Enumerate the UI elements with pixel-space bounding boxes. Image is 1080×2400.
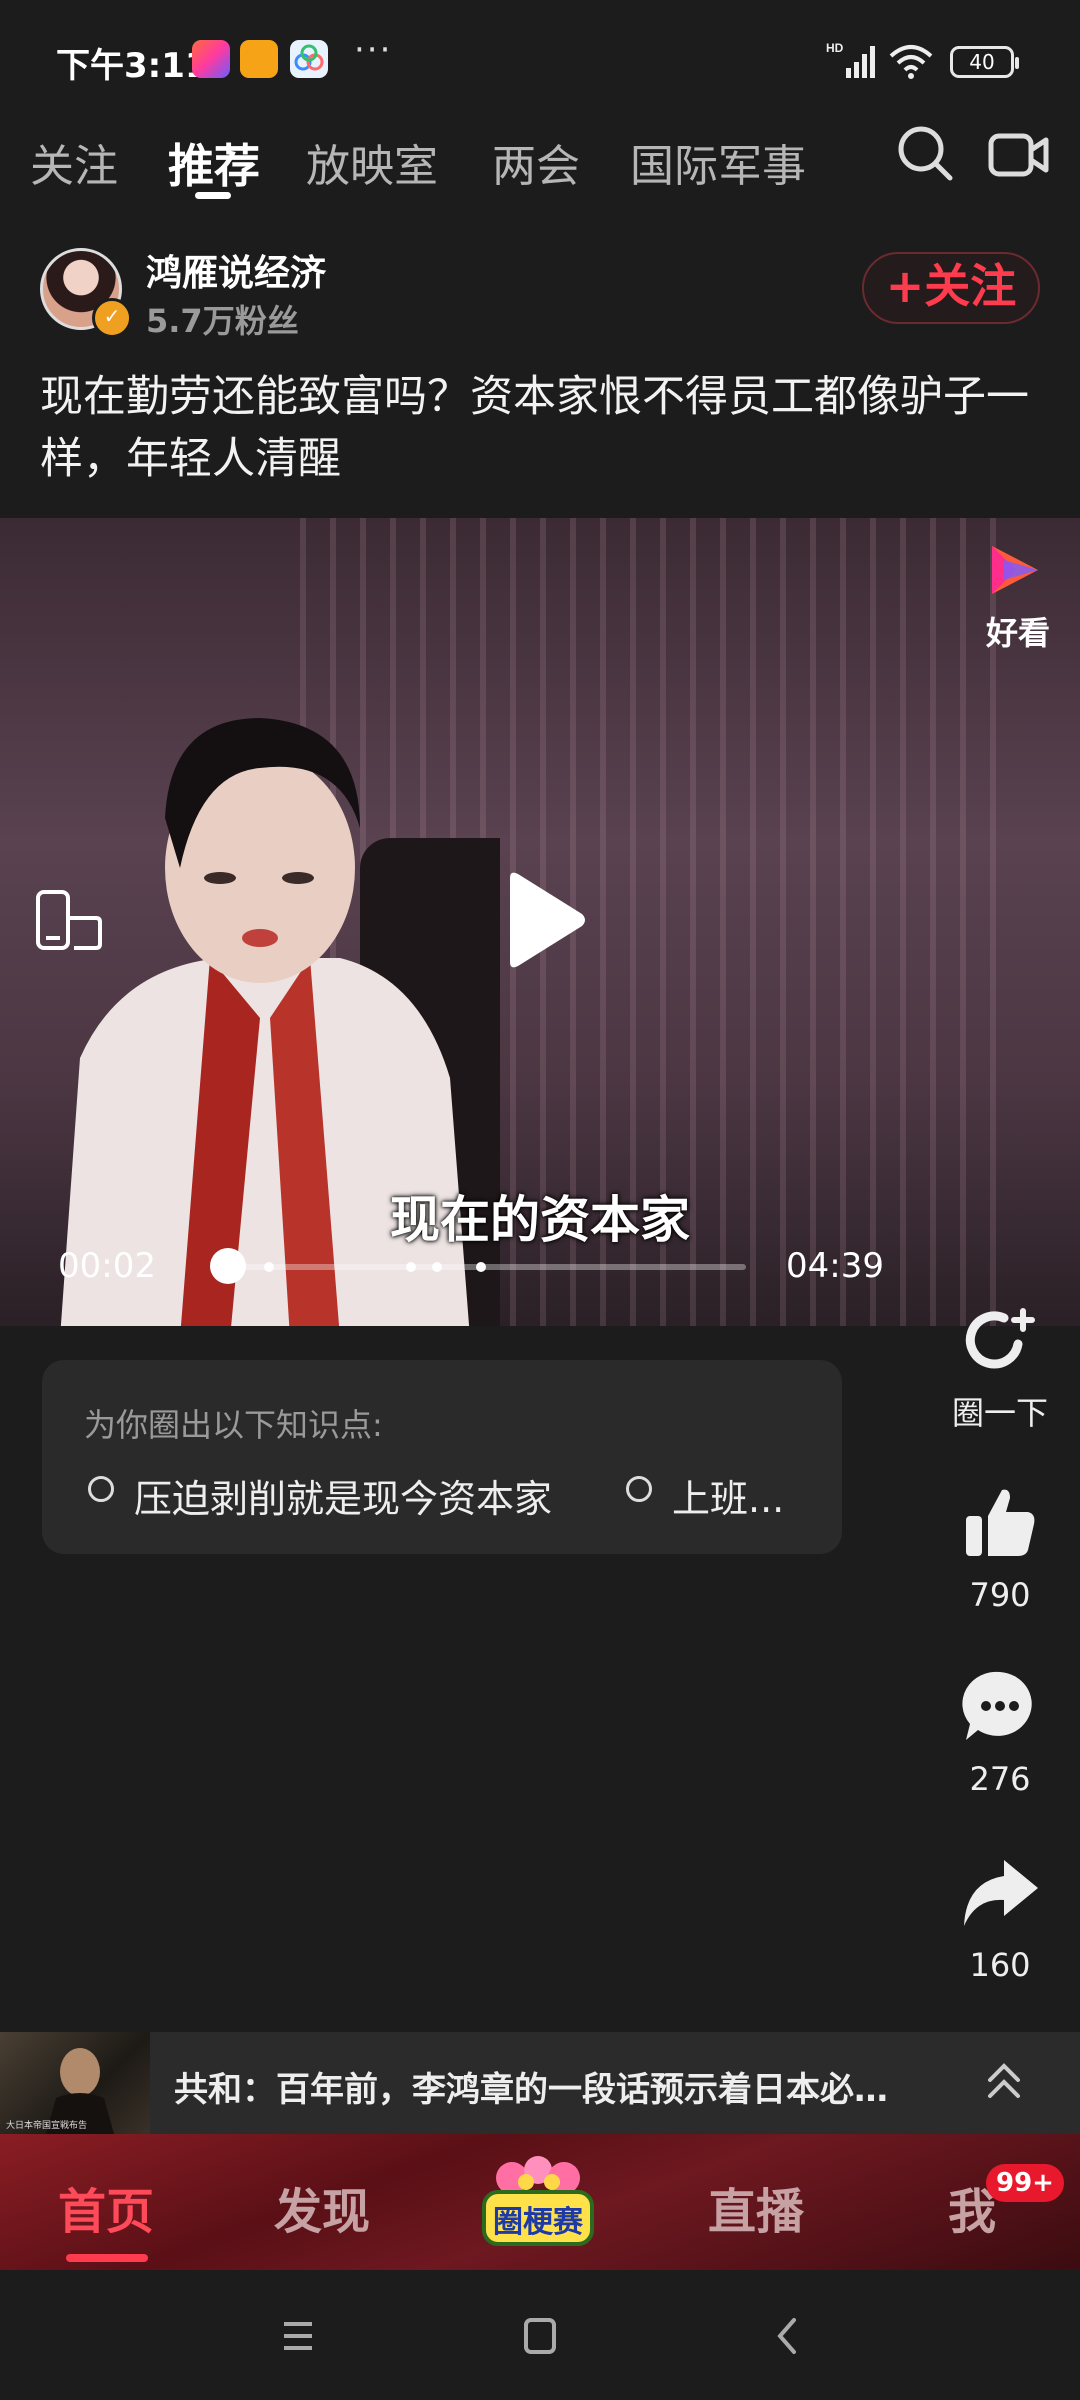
- like-count: 790: [969, 1576, 1031, 1614]
- video-subtitle: 现在的资本家: [390, 1191, 690, 1249]
- author-fans-count: 5.7万粉丝: [146, 302, 299, 340]
- circle-icon: [88, 1476, 114, 1502]
- video-title: 现在勤劳还能致富吗？资本家恨不得员工都像驴子一样，年轻人清醒: [40, 372, 1029, 484]
- knowledge-point[interactable]: 上班...: [672, 1468, 784, 1523]
- nav-active-indicator: [66, 2254, 148, 2262]
- knowledge-point[interactable]: 压迫剥削就是现今资本家: [134, 1468, 552, 1523]
- search-icon[interactable]: [896, 124, 954, 184]
- progress-chapter-mark: [406, 1262, 416, 1272]
- total-time: 04:39: [786, 1246, 884, 1286]
- tab-screening-room[interactable]: 放映室: [306, 130, 438, 194]
- tab-international-military[interactable]: 国际军事: [630, 130, 806, 194]
- tab-follow[interactable]: 关注: [30, 130, 118, 194]
- circle-icon: [626, 1476, 652, 1502]
- comment-icon[interactable]: [960, 1666, 1040, 1746]
- related-thumbnail-caption: 大日本帝国宣戦布告: [6, 2119, 87, 2131]
- progress-thumb[interactable]: [209, 1248, 246, 1284]
- back-icon[interactable]: [766, 2316, 810, 2356]
- meme-contest-text: 圈梗赛: [493, 2205, 584, 2240]
- haokan-watermark: 好看: [986, 614, 1051, 652]
- haokan-logo-icon: [984, 540, 1044, 600]
- current-time: 00:02: [58, 1246, 156, 1286]
- like-icon[interactable]: [960, 1482, 1040, 1562]
- meme-contest-badge[interactable]: 圈梗赛: [478, 2156, 598, 2252]
- share-count: 160: [969, 1946, 1031, 1984]
- battery-indicator: 40: [950, 46, 1019, 78]
- tab-recommend[interactable]: 推荐: [168, 130, 260, 196]
- fullscreen-rotate-icon[interactable]: [34, 888, 104, 958]
- tab-two-sessions[interactable]: 两会: [492, 130, 580, 194]
- circle-mark-icon[interactable]: [960, 1300, 1040, 1380]
- play-icon[interactable]: [500, 870, 590, 970]
- author-name[interactable]: 鸿雁说经济: [146, 244, 326, 296]
- nav-home[interactable]: 首页: [58, 2172, 154, 2242]
- menu-icon[interactable]: [276, 2316, 320, 2356]
- comment-count: 276: [969, 1760, 1031, 1798]
- related-video-title[interactable]: 共和：百年前，李鸿章的一段话预示着日本必…: [174, 2062, 934, 2111]
- knowledge-heading: 为你圈出以下知识点:: [84, 1406, 383, 1444]
- svg-text:HD: HD: [826, 41, 844, 55]
- progress-chapter-mark: [476, 1262, 486, 1272]
- status-time: 下午3:11: [56, 46, 209, 86]
- share-icon[interactable]: [960, 1854, 1040, 1934]
- tab-active-indicator: [195, 192, 231, 199]
- nav-live[interactable]: 直播: [708, 2172, 804, 2242]
- haokan-app-icon: [192, 40, 230, 78]
- chevron-up-double-icon[interactable]: [984, 2060, 1024, 2104]
- verified-badge-icon: ✓: [92, 298, 132, 338]
- progress-chapter-mark: [432, 1262, 442, 1272]
- signal-icon: HD: [826, 40, 878, 80]
- message-app-icon: [240, 40, 278, 78]
- notification-badge: 99+: [986, 2164, 1064, 2202]
- follow-button[interactable]: +关注: [862, 252, 1040, 324]
- video-camera-icon[interactable]: [988, 130, 1050, 180]
- progress-chapter-mark: [264, 1262, 274, 1272]
- cloud-app-icon: [290, 40, 328, 78]
- nav-discover[interactable]: 发现: [274, 2172, 370, 2242]
- knowledge-points-card: [42, 1360, 842, 1554]
- related-video-thumbnail[interactable]: 大日本帝国宣戦布告: [0, 2032, 150, 2134]
- more-notifications-icon: ···: [354, 30, 393, 70]
- circle-mark-label: 圈一下: [951, 1394, 1048, 1432]
- home-icon[interactable]: [518, 2316, 562, 2356]
- wifi-icon: [888, 42, 934, 80]
